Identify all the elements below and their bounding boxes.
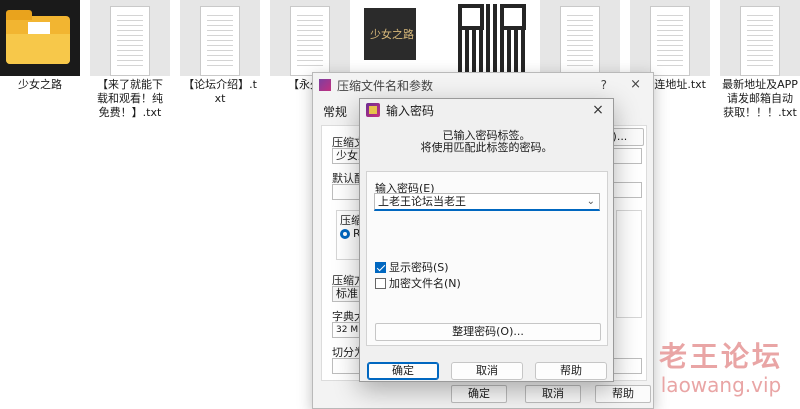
password-input[interactable]: 上老王论坛当老王 ⌄ [374, 193, 600, 211]
poster-text: 少女之路 [370, 28, 414, 41]
watermark: 老王论坛 laowang.vip [642, 340, 800, 396]
help-button[interactable]: 帮助 [535, 362, 607, 380]
tab-general[interactable]: 常规 [323, 103, 347, 120]
back-help-button[interactable]: 帮助 [595, 385, 651, 403]
desktop-file-folder[interactable]: 少女之路 [0, 0, 80, 94]
text-file-icon [290, 6, 330, 76]
desktop-file-image[interactable] [450, 0, 530, 76]
password-value: 上老王论坛当老王 [378, 195, 466, 208]
poster-thumbnail: 少女之路 [364, 8, 416, 60]
back-ok-button[interactable]: 确定 [451, 385, 507, 403]
text-file-icon [740, 6, 780, 76]
organize-passwords-button[interactable]: 整理密码(O)... [375, 323, 601, 341]
text-file-icon [650, 6, 690, 76]
text-file-icon [560, 6, 600, 76]
desktop-file-image[interactable]: 少女之路 [360, 0, 440, 76]
dialog-title: 输入密码 [386, 103, 435, 118]
file-label: 【论坛介绍】.txt [183, 78, 257, 105]
desktop-file-txt[interactable]: 最新地址及APP请发邮箱自动获取！！！.txt [720, 0, 800, 122]
update-mode-select[interactable] [612, 148, 642, 164]
options-group [616, 210, 642, 318]
desktop-file-txt[interactable]: 【论坛介绍】.txt [180, 0, 260, 108]
file-label: 最新地址及APP请发邮箱自动获取！！！.txt [722, 78, 798, 119]
show-password-checkbox[interactable]: 显示密码(S) [375, 259, 449, 275]
cancel-button[interactable]: 取消 [451, 362, 523, 380]
show-password-label: 显示密码(S) [389, 261, 449, 274]
enter-password-dialog: 输入密码 × 已输入密码标签。 将使用匹配此标签的密码。 输入密码(E) 上老王… [359, 98, 614, 382]
radio-selected-icon [340, 228, 350, 239]
options-select[interactable] [612, 182, 642, 198]
desktop-file-txt[interactable]: 【来了就能下载和观看！纯免费！】.txt [90, 0, 170, 122]
winrar-icon [366, 103, 380, 117]
desktop-file-txt[interactable] [540, 0, 620, 76]
qr-code-icon [458, 4, 526, 72]
folder-icon [6, 10, 70, 64]
watermark-name: 老王论坛 [658, 340, 783, 373]
watermark-url: laowang.vip [660, 373, 782, 397]
file-label: 少女之路 [18, 78, 62, 91]
winrar-icon [319, 79, 331, 91]
checkbox-checked-icon [375, 261, 386, 273]
text-file-icon [110, 6, 150, 76]
back-dialog-title: 压缩文件名和参数 [337, 78, 434, 93]
checkbox-unchecked-icon [375, 277, 386, 289]
text-file-icon [200, 6, 240, 76]
close-icon[interactable]: × [589, 101, 607, 119]
ok-button[interactable]: 确定 [367, 362, 439, 380]
password-panel: 输入密码(E) 上老王论坛当老王 ⌄ 显示密码(S) 加密文件名(N) 整理密码… [366, 171, 608, 346]
close-icon[interactable]: × [630, 77, 641, 92]
chevron-down-icon[interactable]: ⌄ [587, 194, 595, 210]
back-cancel-button[interactable]: 取消 [525, 385, 581, 403]
folder-thumb [0, 0, 80, 76]
dialog-titlebar: 输入密码 × [360, 99, 613, 121]
message-line-2: 将使用匹配此标签的密码。 [420, 141, 553, 154]
file-label: 【来了就能下载和观看！纯免费！】.txt [97, 78, 163, 119]
help-icon[interactable]: ? [601, 78, 607, 92]
back-dialog-titlebar: 压缩文件名和参数 ? × [313, 73, 653, 97]
encrypt-file-names-checkbox[interactable]: 加密文件名(N) [375, 275, 461, 291]
encrypt-names-label: 加密文件名(N) [389, 277, 461, 290]
set-password-button[interactable] [612, 358, 642, 374]
